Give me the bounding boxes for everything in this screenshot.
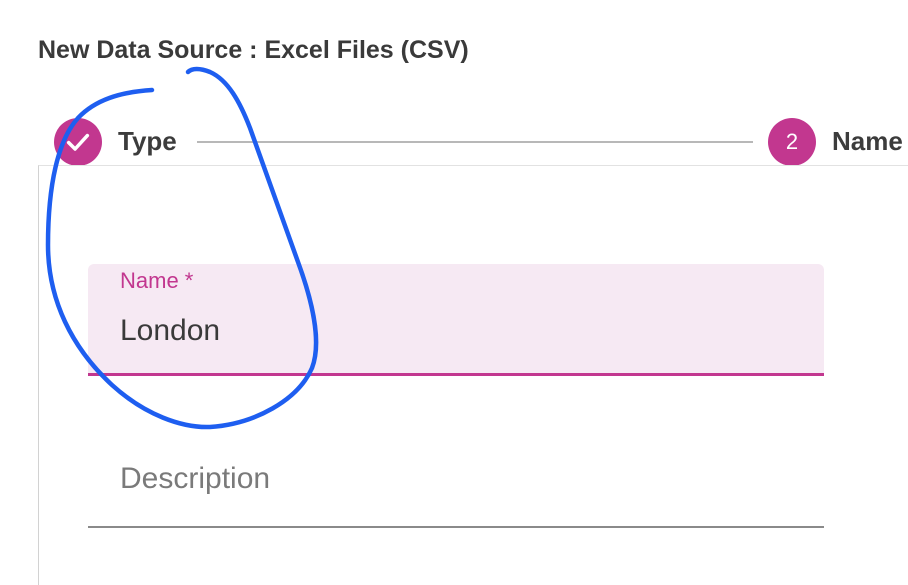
step-type-label[interactable]: Type bbox=[118, 126, 177, 157]
description-field-underline bbox=[88, 526, 824, 528]
name-field-underline bbox=[88, 373, 824, 376]
name-field-label: Name * bbox=[120, 268, 194, 293]
check-icon bbox=[66, 133, 90, 151]
step-type-indicator[interactable] bbox=[54, 118, 102, 166]
page-title: New Data Source : Excel Files (CSV) bbox=[38, 36, 469, 64]
step-connector bbox=[197, 141, 753, 143]
name-input[interactable]: London bbox=[120, 314, 220, 348]
name-field[interactable]: Name * London bbox=[88, 264, 824, 376]
description-input[interactable]: Description bbox=[120, 462, 270, 496]
step-name-label[interactable]: Name bbox=[832, 126, 903, 157]
step-name-indicator[interactable]: 2 bbox=[768, 118, 816, 166]
description-field[interactable]: Description bbox=[88, 440, 824, 528]
step-number: 2 bbox=[785, 129, 799, 154]
